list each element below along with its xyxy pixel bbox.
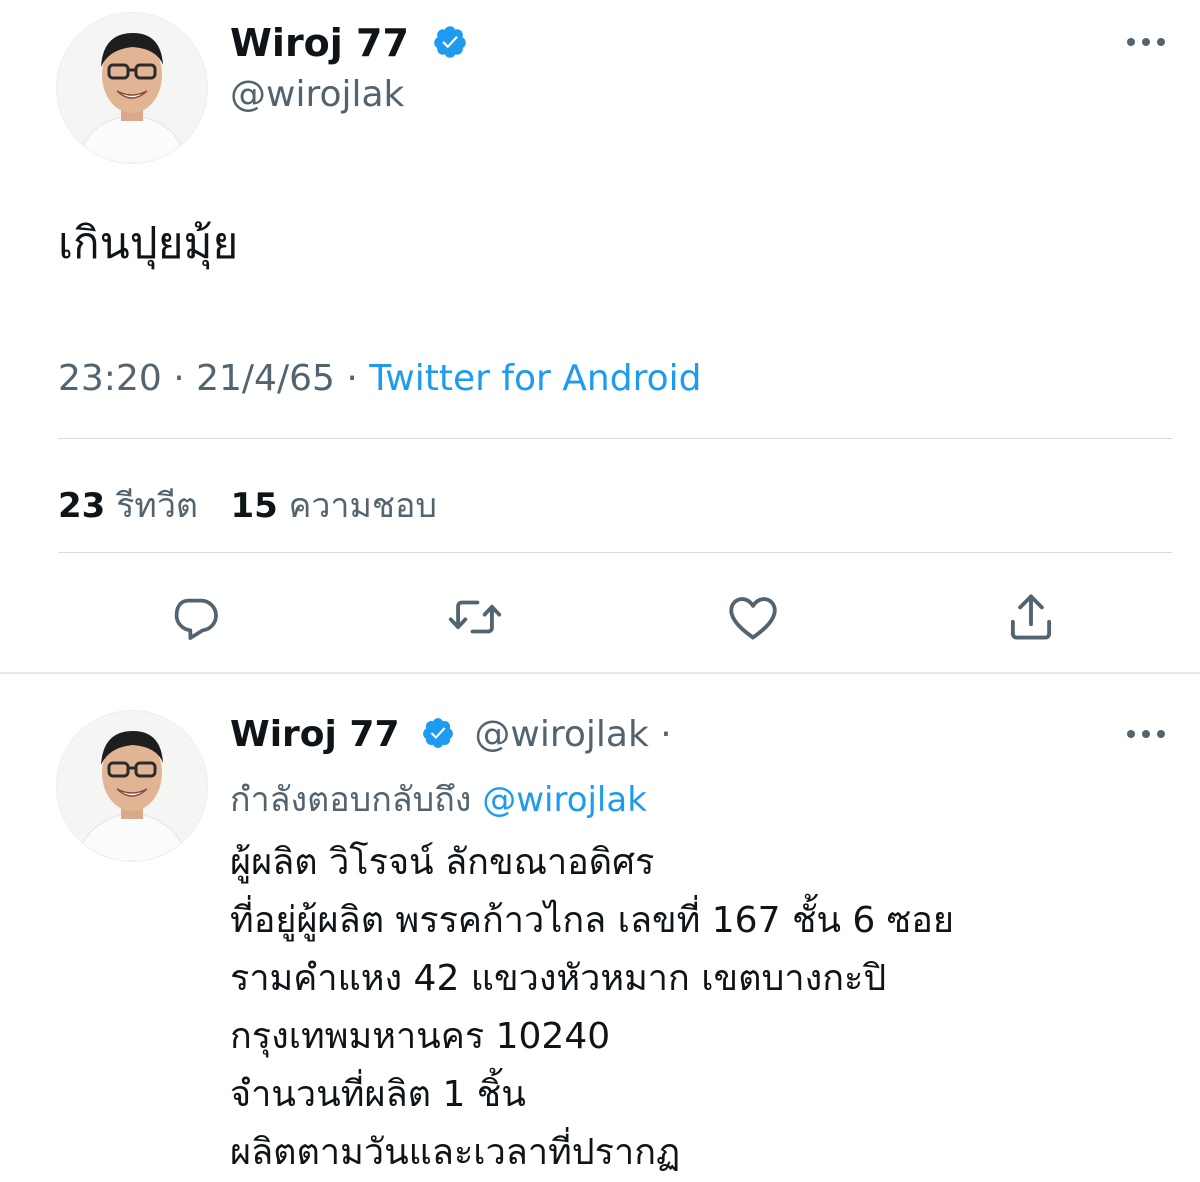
reply-button[interactable] — [164, 586, 226, 648]
tweet-text: เกินปุยมุ้ย — [58, 218, 239, 269]
avatar[interactable] — [56, 710, 208, 862]
replying-to-mention[interactable]: @wirojlak — [482, 780, 647, 820]
reply-line: ผลิตตามวันและเวลาที่ปรากฏ — [230, 1132, 681, 1173]
divider — [58, 438, 1172, 439]
reply-line: ที่อยู่ผู้ผลิต พรรคก้าวไกล เลขที่ 167 ชั… — [230, 900, 954, 941]
author-name[interactable]: Wiroj 77 — [230, 21, 409, 65]
retweets-label: รีทวีต — [116, 486, 198, 526]
engagement-stats: 23 รีทวีต 15 ความชอบ — [58, 478, 437, 532]
reply-author-row: Wiroj 77 @wirojlak · — [230, 712, 672, 761]
tweet-date[interactable]: 21/4/65 — [196, 358, 335, 399]
reply-line: ผู้ผลิต วิโรจน์ ลักขณาอดิศร — [230, 842, 655, 883]
like-icon — [729, 597, 777, 640]
replying-to-label: กำลังตอบกลับถึง — [230, 780, 472, 820]
more-options-icon[interactable] — [1127, 730, 1165, 738]
retweet-button[interactable] — [444, 586, 506, 648]
reply-text: ผู้ผลิต วิโรจน์ ลักขณาอดิศร ที่อยู่ผู้ผล… — [230, 834, 954, 1182]
share-button[interactable] — [1000, 586, 1062, 648]
avatar[interactable] — [56, 12, 208, 164]
retweets-stat[interactable]: 23 รีทวีต — [58, 486, 198, 526]
verified-badge-icon — [432, 24, 468, 70]
reply-line: รามคำแหง 42 แขวงหัวหมาก เขตบางกะปิ — [230, 958, 887, 999]
verified-badge-icon — [421, 716, 455, 761]
tweet-source[interactable]: Twitter for Android — [369, 358, 701, 399]
tweet-meta: 23:20 · 21/4/65 · Twitter for Android — [58, 358, 701, 399]
retweet-icon — [448, 600, 502, 634]
replying-to: กำลังตอบกลับถึง @wirojlak — [230, 772, 647, 826]
likes-stat[interactable]: 15 ความชอบ — [230, 486, 437, 526]
author-name-row[interactable]: Wiroj 77 — [230, 20, 468, 70]
share-icon — [1010, 594, 1052, 640]
likes-label: ความชอบ — [288, 486, 437, 526]
meta-separator: · — [173, 358, 185, 399]
reply-line: กรุงเทพมหานคร 10240 — [230, 1016, 611, 1057]
meta-separator: · — [346, 358, 358, 399]
author-handle[interactable]: @wirojlak — [230, 74, 404, 115]
reply-author-name[interactable]: Wiroj 77 — [230, 714, 400, 755]
tweet-separator — [0, 672, 1200, 674]
likes-count: 15 — [230, 486, 278, 526]
avatar-photo — [57, 711, 207, 861]
retweets-count: 23 — [58, 486, 106, 526]
avatar-photo — [57, 13, 207, 163]
reply-icon — [174, 598, 218, 640]
like-button[interactable] — [722, 586, 784, 648]
reply-line: จำนวนที่ผลิต 1 ชิ้น — [230, 1074, 526, 1115]
more-options-icon[interactable] — [1127, 38, 1165, 46]
tweet-time[interactable]: 23:20 — [58, 358, 162, 399]
divider — [58, 552, 1172, 553]
meta-separator: · — [660, 714, 672, 755]
reply-author-handle[interactable]: @wirojlak — [474, 714, 648, 755]
